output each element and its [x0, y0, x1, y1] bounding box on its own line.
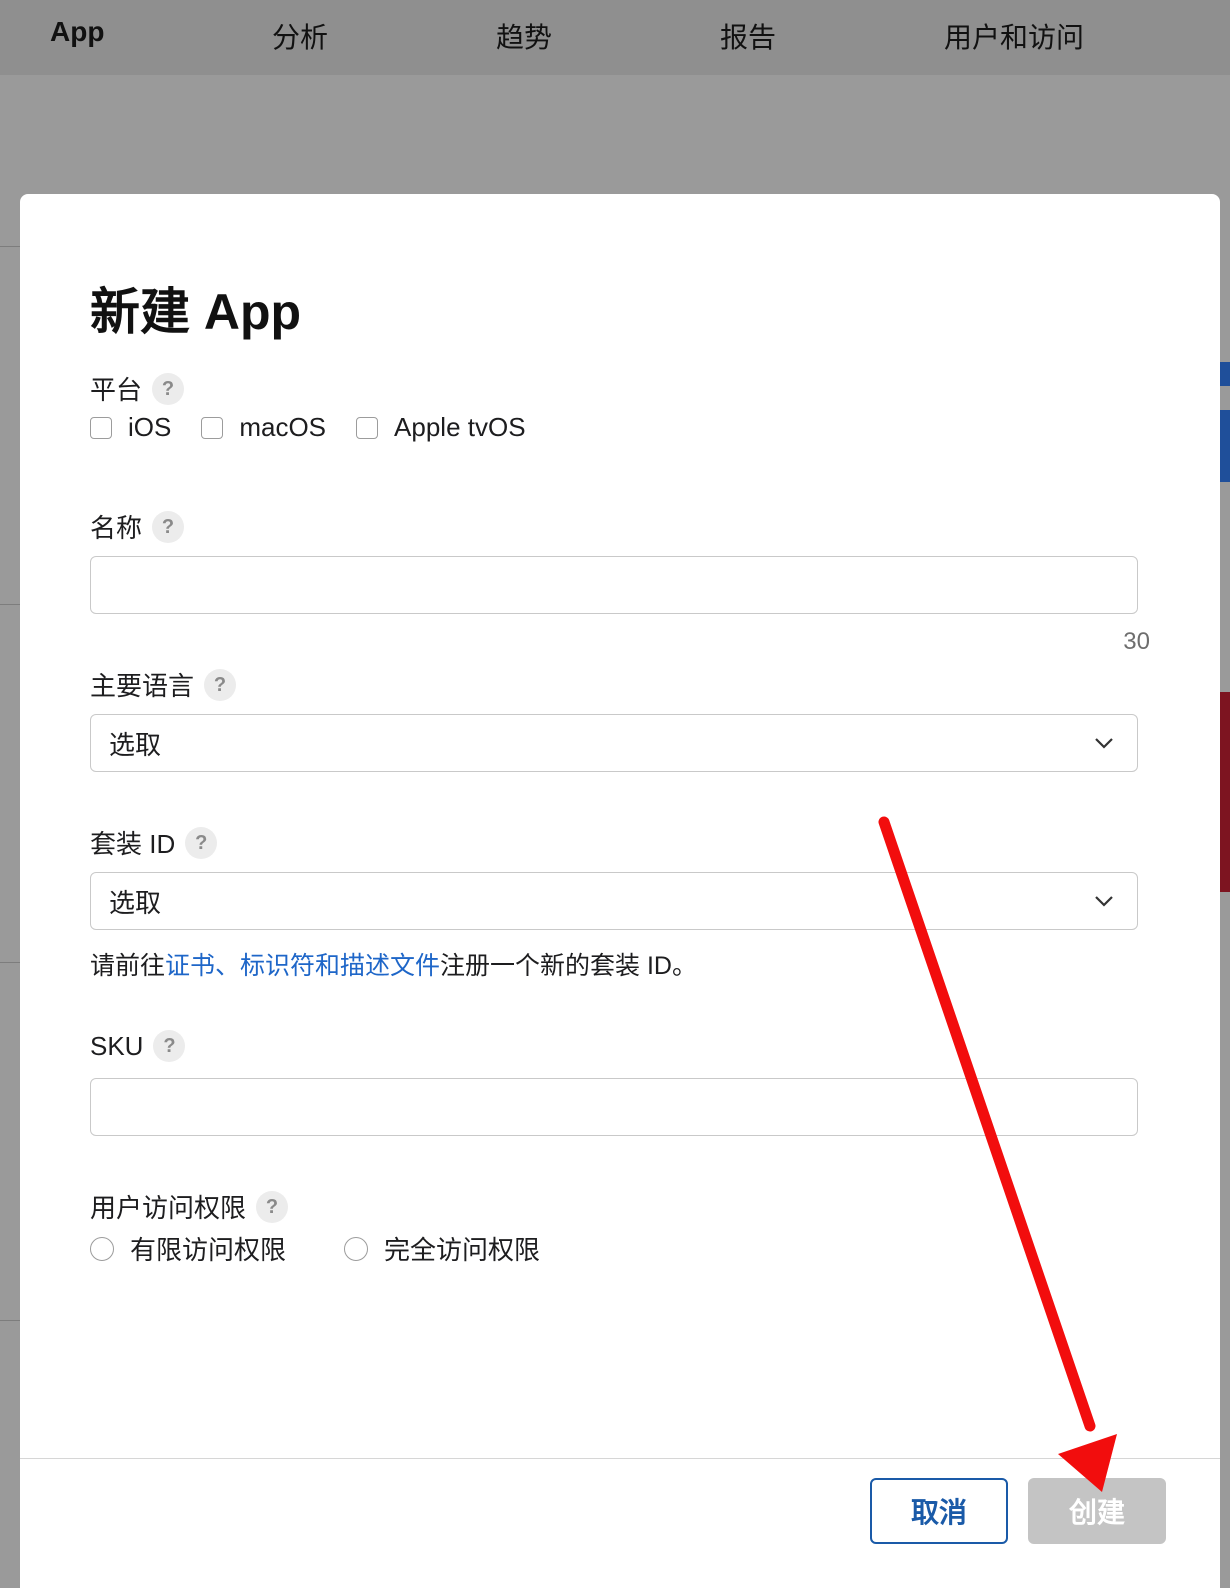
macos-checkbox[interactable]: [201, 416, 224, 439]
chevron-down-icon: [1095, 896, 1113, 907]
background-edge-image: [1220, 692, 1230, 892]
name-help-icon[interactable]: ?: [152, 510, 185, 543]
platform-option-tvos[interactable]: Apple tvOS: [356, 412, 526, 443]
language-label: 主要语言 ?: [90, 666, 237, 703]
top-nav: App 分析 趋势 报告 用户和访问: [0, 0, 1230, 75]
certificates-link[interactable]: 证书、标识符和描述文件: [165, 952, 440, 980]
create-button[interactable]: 创建: [1028, 1478, 1166, 1544]
limited-access-radio[interactable]: [90, 1236, 114, 1261]
language-label-text: 主要语言: [90, 671, 195, 701]
background-edge-accent: [1220, 362, 1230, 386]
bundle-id-select[interactable]: 选取: [90, 872, 1138, 930]
background-divider: [0, 246, 20, 247]
nav-item-users-access[interactable]: 用户和访问: [944, 16, 1084, 56]
user-access-label-text: 用户访问权限: [90, 1193, 247, 1223]
bundle-id-label: 套装 ID ?: [90, 824, 218, 861]
sku-help-icon[interactable]: ?: [153, 1030, 186, 1062]
dialog-footer-divider: [20, 1458, 1220, 1459]
bundle-id-hint-suffix: 注册一个新的套装 ID。: [440, 952, 697, 980]
ios-label: iOS: [128, 412, 172, 442]
language-select-value: 选取: [109, 729, 162, 760]
platform-options: iOS macOS Apple tvOS: [90, 412, 556, 443]
platform-option-ios[interactable]: iOS: [90, 412, 171, 443]
access-option-limited[interactable]: 有限访问权限: [90, 1230, 286, 1267]
dialog-title: 新建 App: [90, 284, 302, 340]
nav-item-trends[interactable]: 趋势: [496, 16, 552, 56]
new-app-dialog: 新建 App 平台 ? iOS macOS Apple tvOS 名称 ? 30…: [20, 194, 1220, 1588]
tvos-checkbox[interactable]: [356, 416, 379, 439]
name-label-text: 名称: [90, 513, 143, 543]
name-label: 名称 ?: [90, 508, 185, 545]
bundle-id-select-value: 选取: [109, 887, 162, 918]
background-edge-accent: [1220, 410, 1230, 482]
language-select[interactable]: 选取: [90, 714, 1138, 772]
access-option-full[interactable]: 完全访问权限: [344, 1230, 540, 1267]
name-char-counter: 30: [1123, 628, 1150, 655]
sku-input[interactable]: [90, 1078, 1138, 1136]
bundle-id-hint-prefix: 请前往: [90, 952, 166, 980]
user-access-help-icon[interactable]: ?: [256, 1190, 289, 1223]
sku-label-text: SKU: [90, 1030, 144, 1061]
name-input[interactable]: [90, 556, 1138, 614]
bundle-id-help-icon[interactable]: ?: [185, 826, 218, 859]
ios-checkbox[interactable]: [90, 416, 112, 439]
platform-label: 平台 ?: [90, 370, 185, 407]
platform-help-icon[interactable]: ?: [152, 372, 185, 405]
macos-label: macOS: [239, 412, 327, 442]
user-access-options: 有限访问权限 完全访问权限: [90, 1230, 570, 1267]
limited-access-label: 有限访问权限: [130, 1235, 287, 1265]
chevron-down-icon: [1095, 738, 1113, 749]
background-divider: [0, 962, 20, 963]
tvos-label: Apple tvOS: [394, 412, 526, 442]
nav-item-analytics[interactable]: 分析: [272, 16, 328, 56]
user-access-label: 用户访问权限 ?: [90, 1188, 289, 1225]
language-help-icon[interactable]: ?: [204, 668, 237, 701]
platform-label-text: 平台: [90, 375, 143, 405]
bundle-id-label-text: 套装 ID: [90, 829, 176, 859]
sku-label: SKU ?: [90, 1030, 186, 1062]
full-access-label: 完全访问权限: [384, 1235, 541, 1265]
background-divider: [0, 1320, 20, 1321]
background-divider: [0, 604, 20, 605]
cancel-button[interactable]: 取消: [870, 1478, 1008, 1544]
platform-option-macos[interactable]: macOS: [201, 412, 326, 443]
nav-item-reports[interactable]: 报告: [720, 16, 776, 56]
full-access-radio[interactable]: [344, 1236, 369, 1261]
bundle-id-hint: 请前往证书、标识符和描述文件注册一个新的套装 ID。: [90, 946, 697, 982]
nav-item-app[interactable]: App: [50, 16, 104, 48]
